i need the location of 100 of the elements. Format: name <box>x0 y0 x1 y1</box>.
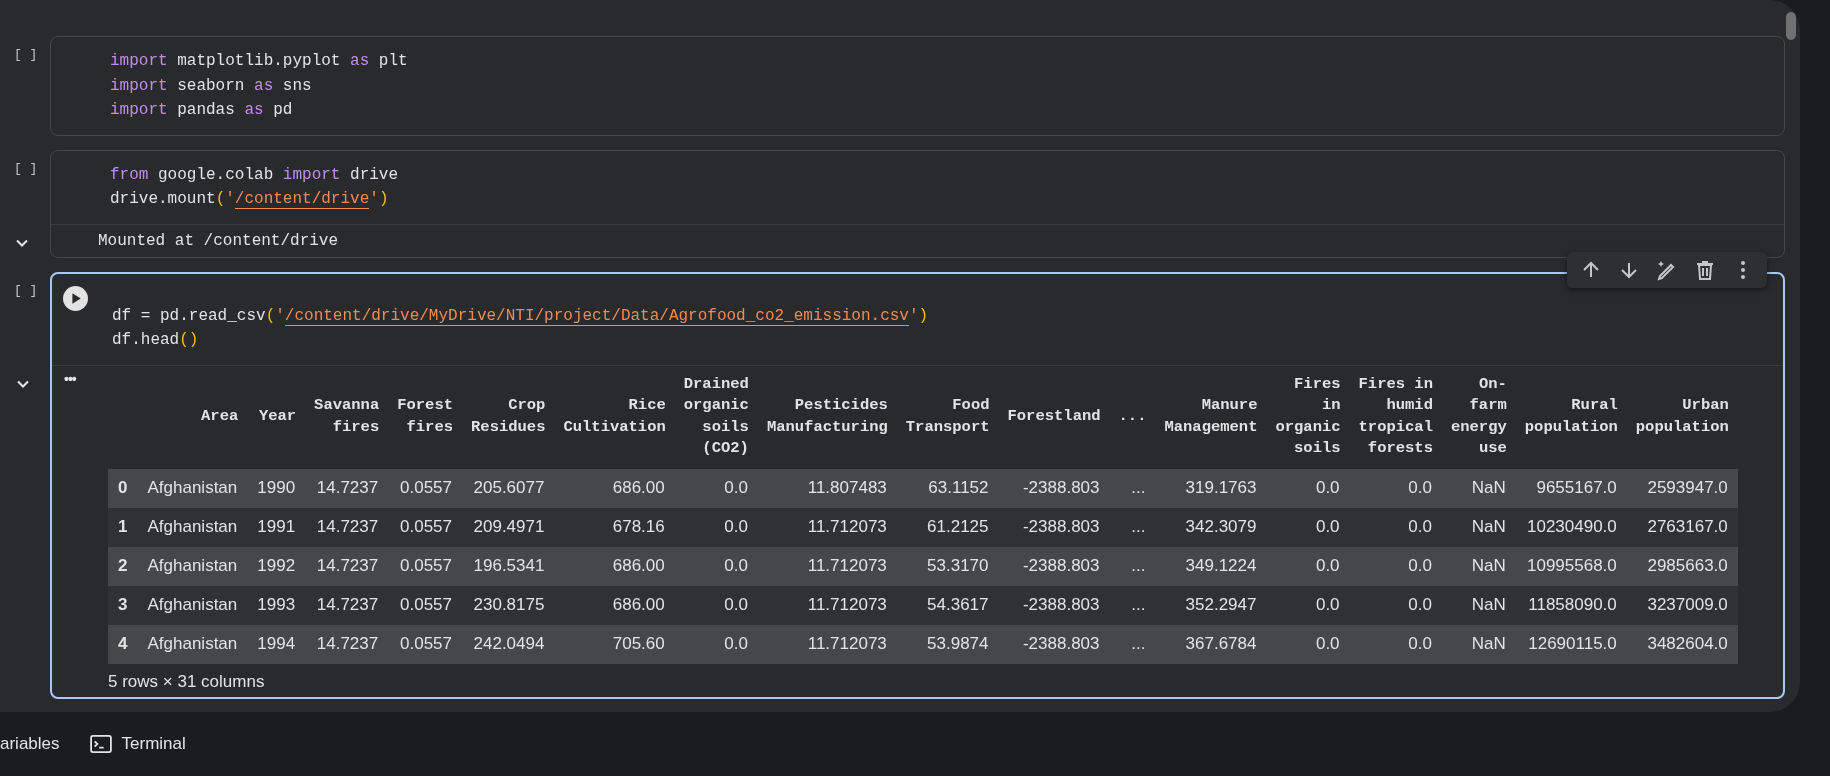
table-cell: 14.7237 <box>316 634 379 653</box>
table-cell: 0.0 <box>724 478 748 497</box>
table-cell: 2763167.0 <box>1647 517 1728 536</box>
table-cell: ... <box>1131 478 1146 497</box>
table-cell: 230.8175 <box>473 595 545 614</box>
column-header: ... <box>1118 405 1147 427</box>
code-line: df = pd.read_csv('/content/drive/MyDrive/NTI/project/Data/Agrofood_co2_emission.csv') <box>112 305 929 328</box>
table-cell: Afghanistan <box>147 478 238 497</box>
table-shape-text: 5 rows × 31 columns <box>108 670 266 692</box>
table-cell: 11.712073 <box>807 517 887 536</box>
table-cell: 205.6077 <box>473 478 545 497</box>
column-header: Food Transport <box>905 395 990 438</box>
table-cell: 3237009.0 <box>1647 595 1728 614</box>
code-line: import pandas as pd <box>110 100 294 121</box>
table-cell: -2388.803 <box>1022 517 1100 536</box>
table-cell: 53.9874 <box>927 634 989 653</box>
code-line: df.head() <box>112 330 200 351</box>
table-cell: 0.0 <box>1408 478 1432 497</box>
table-cell: 705.60 <box>612 634 665 653</box>
column-header: Year <box>258 405 297 427</box>
table-cell: 678.16 <box>612 517 665 536</box>
execution-count: [ ] <box>14 282 38 298</box>
table-cell: 0.0557 <box>400 478 453 497</box>
table-cell: Afghanistan <box>147 595 238 614</box>
table-cell: 319.1763 <box>1185 478 1257 497</box>
row-index: 3 <box>118 595 128 614</box>
output-menu[interactable]: ••• <box>64 370 108 692</box>
table-cell: 0.0 <box>1408 556 1432 575</box>
table-cell: 352.2947 <box>1185 595 1257 614</box>
run-button[interactable] <box>63 285 88 311</box>
table-cell: ... <box>1131 556 1146 575</box>
table-cell: 242.0494 <box>473 634 545 653</box>
row-index: 2 <box>118 556 128 575</box>
code-line: import matplotlib.pyplot as plt <box>110 51 408 72</box>
table-cell: 61.2125 <box>927 517 989 536</box>
table-cell: 10995568.0 <box>1526 556 1617 575</box>
table-cell: 1992 <box>257 556 296 575</box>
row-index: 1 <box>118 517 128 536</box>
table-cell: 2985663.0 <box>1647 556 1728 575</box>
table-cell: 0.0557 <box>400 556 453 575</box>
table-cell: 349.1224 <box>1185 556 1257 575</box>
table-cell: 53.3170 <box>927 556 989 575</box>
table-cell: 0.0 <box>1315 478 1340 497</box>
table-cell: NaN <box>1471 556 1506 575</box>
table-cell: 196.5341 <box>473 556 545 575</box>
table-cell: 63.1152 <box>928 478 989 497</box>
column-header: Pesticides Manufacturing <box>766 395 888 438</box>
code-cell[interactable]: import matplotlib.pyplot as plt import seaborn as sns import pandas as pd <box>50 36 1785 136</box>
table-cell: 0.0557 <box>400 595 453 614</box>
table-cell: NaN <box>1471 517 1506 536</box>
output-text: Mounted at /content/drive <box>97 230 339 252</box>
code-line: drive.mount('/content/drive') <box>110 189 390 211</box>
table-cell: 1991 <box>257 517 296 536</box>
table-cell: 54.3617 <box>927 595 989 614</box>
table-cell: 2593947.0 <box>1647 478 1728 497</box>
table-cell: 11858090.0 <box>1528 595 1617 614</box>
table-cell: NaN <box>1471 478 1506 497</box>
table-cell: ... <box>1131 634 1146 653</box>
table-cell: NaN <box>1471 634 1506 653</box>
bottom-tab[interactable]: Terminal <box>89 734 186 754</box>
table-cell: 0.0 <box>724 595 748 614</box>
table-cell: 9655167.0 <box>1536 478 1617 497</box>
table-cell: 0.0557 <box>400 634 453 653</box>
bottom-tab[interactable]: ariables <box>0 734 60 754</box>
scrollbar-thumb[interactable] <box>1786 12 1796 40</box>
table-cell: 14.7237 <box>316 517 379 536</box>
table-cell: 1990 <box>257 478 296 497</box>
table-cell: 0.0 <box>724 517 748 536</box>
table-cell: 0.0 <box>724 556 748 575</box>
column-header: Forest fires <box>397 395 454 438</box>
row-index: 0 <box>118 478 128 497</box>
column-header: Urban population <box>1635 395 1729 438</box>
table-cell: Afghanistan <box>147 556 238 575</box>
table-cell: 209.4971 <box>473 517 545 536</box>
table-cell: Afghanistan <box>147 517 238 536</box>
table-cell: NaN <box>1471 595 1506 614</box>
column-header: Forestland <box>1007 405 1101 427</box>
column-header: Fires in organic soils <box>1275 373 1341 459</box>
table-cell: 0.0 <box>724 634 748 653</box>
table-cell: 0.0 <box>1315 595 1340 614</box>
table-cell: 0.0 <box>1408 634 1432 653</box>
table-cell: 0.0 <box>1315 634 1340 653</box>
table-cell: 11.712073 <box>807 595 887 614</box>
table-cell: 0.0 <box>1408 517 1432 536</box>
table-cell: 14.7237 <box>316 595 379 614</box>
table-cell: -2388.803 <box>1022 478 1100 497</box>
table-cell: Afghanistan <box>147 634 238 653</box>
code-line: from google.colab import drive <box>110 164 399 186</box>
column-header: Rural population <box>1524 395 1618 438</box>
table-cell: 10230490.0 <box>1526 517 1617 536</box>
table-cell: 342.3079 <box>1185 517 1257 536</box>
terminal-icon <box>89 735 112 753</box>
column-header: Manure Management <box>1164 395 1258 438</box>
table-cell: 1994 <box>257 634 296 653</box>
table-cell: ... <box>1131 595 1146 614</box>
table-cell: 14.7237 <box>316 478 379 497</box>
table-cell: 1993 <box>257 595 296 614</box>
table-cell: 3482604.0 <box>1647 634 1728 653</box>
table-cell: ... <box>1131 517 1146 536</box>
table-cell: 686.00 <box>612 478 665 497</box>
